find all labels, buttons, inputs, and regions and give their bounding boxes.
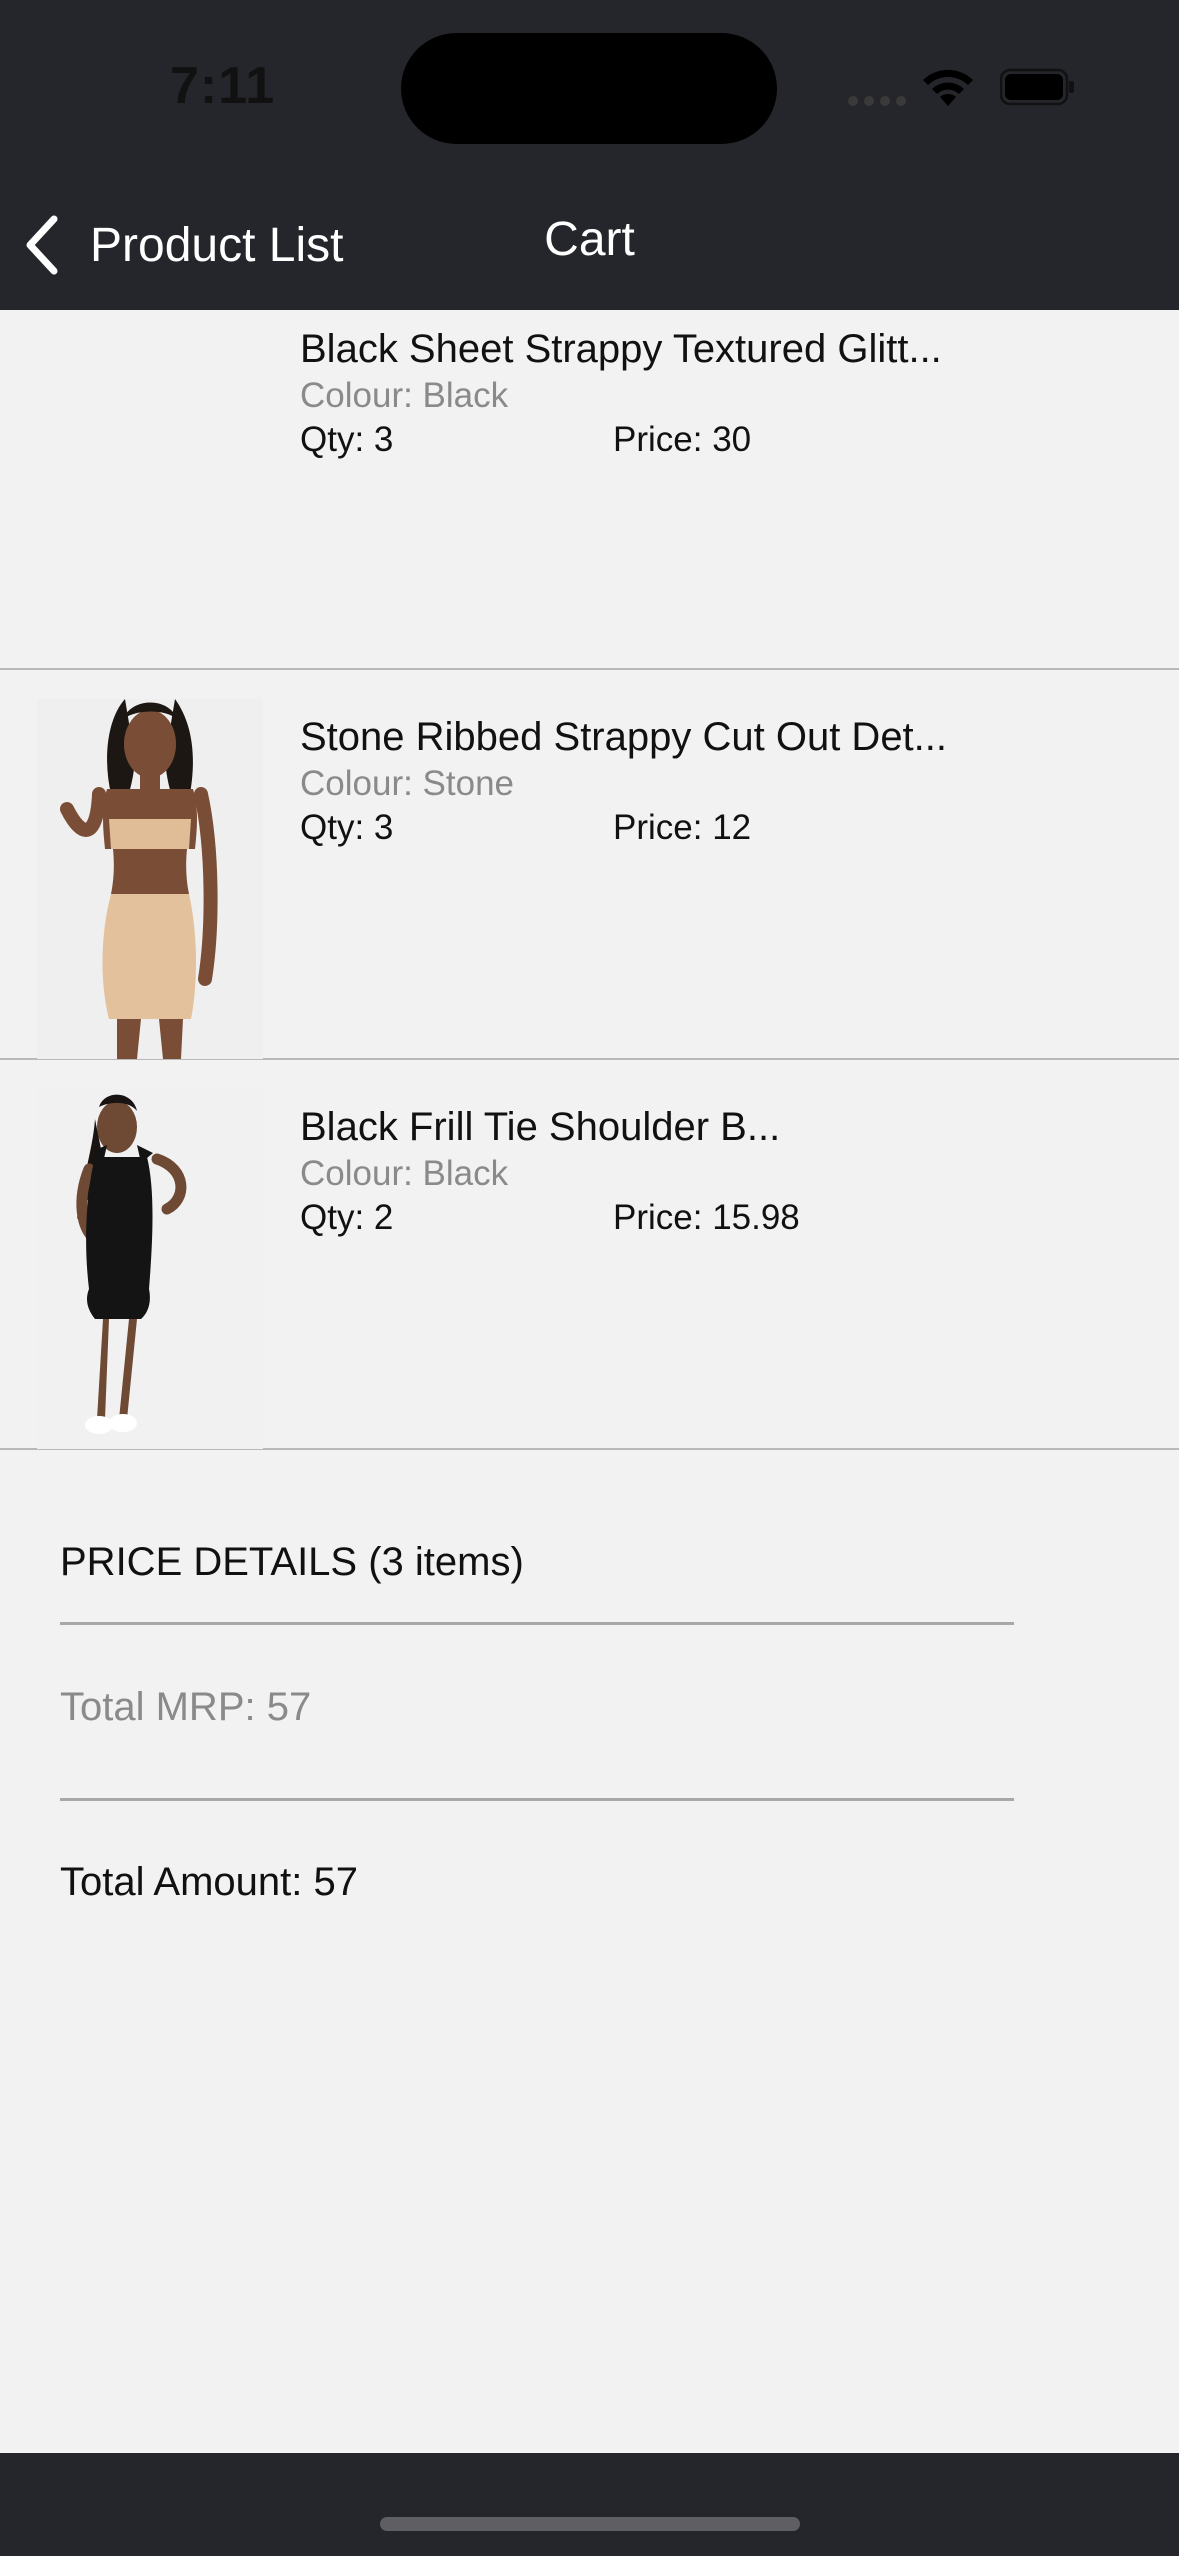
item-name: Stone Ribbed Strappy Cut Out Det... bbox=[300, 715, 948, 759]
wifi-icon bbox=[923, 69, 973, 106]
item-colour: Colour: Black bbox=[300, 376, 509, 415]
product-image[interactable] bbox=[37, 699, 263, 1059]
cart-item[interactable]: Black Sheet Strappy Textured Glitt... Co… bbox=[0, 310, 1179, 670]
divider bbox=[60, 1622, 1014, 1625]
status-time: 7:11 bbox=[170, 57, 276, 115]
item-price: Price: 12 bbox=[613, 808, 752, 847]
item-colour: Colour: Stone bbox=[300, 764, 515, 803]
item-quantity: Qty: 3 bbox=[300, 808, 394, 847]
product-image[interactable] bbox=[37, 1089, 263, 1449]
item-quantity: Qty: 3 bbox=[300, 420, 394, 459]
battery-icon bbox=[1000, 68, 1074, 106]
item-quantity: Qty: 2 bbox=[300, 1198, 394, 1237]
item-colour: Colour: Black bbox=[300, 1154, 509, 1193]
home-indicator[interactable] bbox=[380, 2517, 800, 2531]
cellular-signal-icon bbox=[848, 96, 906, 106]
dynamic-island bbox=[401, 33, 777, 144]
item-price: Price: 30 bbox=[613, 420, 752, 459]
divider bbox=[60, 1798, 1014, 1801]
navigation-bar: 7:11 Product List Cart bbox=[0, 0, 1179, 310]
model-beige-two-piece-image bbox=[37, 699, 263, 1059]
cart-item[interactable]: Stone Ribbed Strappy Cut Out Det... Colo… bbox=[0, 670, 1179, 1060]
total-mrp: Total MRP: 57 bbox=[60, 1685, 312, 1729]
cart-item[interactable]: Black Frill Tie Shoulder B... Colour: Bl… bbox=[0, 1060, 1179, 1450]
bottom-bar bbox=[0, 2453, 1179, 2556]
total-amount: Total Amount: 57 bbox=[60, 1860, 358, 1904]
item-name: Black Sheet Strappy Textured Glitt... bbox=[300, 327, 942, 371]
item-name: Black Frill Tie Shoulder B... bbox=[300, 1105, 781, 1149]
price-details-header: PRICE DETAILS (3 items) bbox=[60, 1540, 524, 1584]
item-price: Price: 15.98 bbox=[613, 1198, 800, 1237]
page-title: Cart bbox=[544, 213, 635, 266]
model-black-mini-dress-image bbox=[37, 1089, 263, 1449]
